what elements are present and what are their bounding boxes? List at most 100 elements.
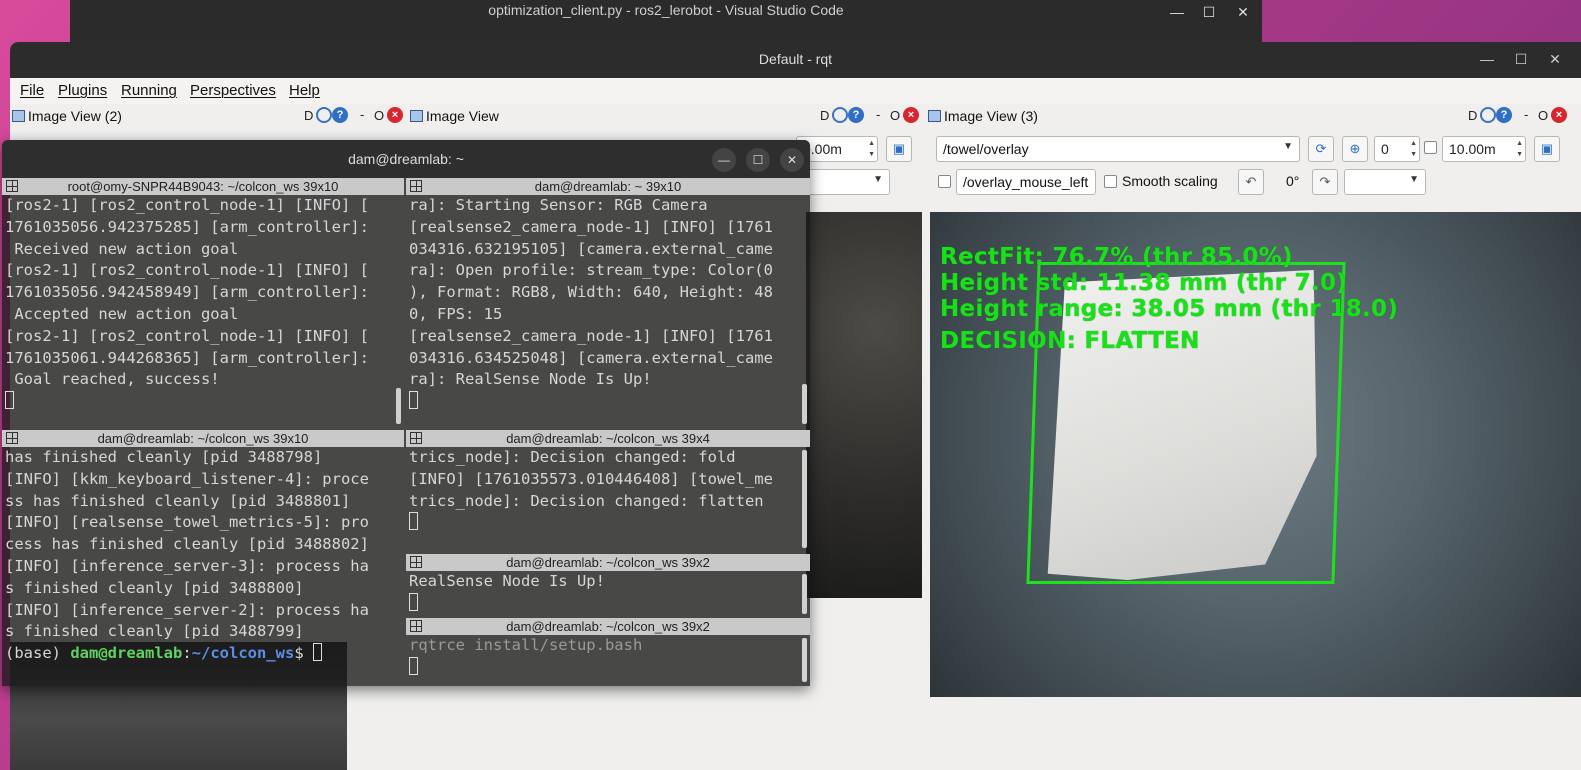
color-scheme-combo[interactable]: ▼ (1344, 169, 1426, 195)
reload-icon[interactable] (832, 107, 848, 123)
pane-header: dam@dreamlab: ~/colcon_ws 39x4 (406, 430, 810, 447)
grid-icon (6, 180, 18, 192)
scrollbar[interactable] (802, 384, 807, 424)
dock-d-button[interactable]: D (1468, 108, 1477, 123)
grid-icon (410, 432, 422, 444)
terminal-line: 1761035056.942458949] [arm_controller]: (5, 283, 369, 302)
mouse-topic-input[interactable]: /overlay_mouse_left (956, 169, 1096, 195)
close-icon[interactable]: ✕ (780, 148, 804, 172)
terminal-line: 034316.632195105] [camera.external_came (409, 239, 773, 258)
terminal-pane-1[interactable]: root@omy-SNPR44B9043: ~/colcon_ws 39x10 … (2, 178, 404, 430)
help-icon[interactable]: ? (332, 107, 348, 123)
image-view-icon (928, 110, 941, 122)
minimize-icon[interactable]: — (1160, 0, 1194, 26)
close-icon[interactable]: ✕ (1226, 0, 1260, 26)
cursor (312, 643, 322, 662)
help-icon[interactable]: ? (1496, 107, 1512, 123)
mouse-publish-checkbox[interactable] (938, 175, 951, 188)
terminal-pane-3[interactable]: dam@dreamlab: ~/colcon_ws 39x10 has fini… (2, 430, 404, 686)
terminal-line: 0, FPS: 15 (409, 304, 503, 323)
mid-mouse-topic-combo[interactable]: ▼ (796, 169, 890, 195)
terminal-title: dam@dreamlab: ~ (348, 151, 464, 167)
terminal-line (409, 592, 796, 615)
terminal-pane-5[interactable]: dam@dreamlab: ~/colcon_ws 39x2 RealSense… (406, 554, 810, 618)
smooth-scaling-label: Smooth scaling (1122, 173, 1218, 189)
scrollbar[interactable] (802, 638, 807, 682)
prompt-segment: ~/colcon_ws (191, 644, 295, 663)
menu-bar: File Plugins Running Perspectives Help (10, 78, 1581, 104)
terminal-line: 1761035056.942375285] [arm_controller]: (5, 217, 369, 236)
maximize-icon[interactable]: ☐ (1504, 47, 1538, 73)
terminal-line: [realsense2_camera_node-1] [INFO] [1761 (409, 217, 773, 236)
terminal-line: [INFO] [1761035573.010446408] [towel_me (409, 469, 773, 488)
spin-arrows-icon[interactable]: ▲ ▼ (868, 138, 875, 160)
terminal-line: Goal reached, success! (5, 370, 220, 389)
pane-header: root@omy-SNPR44B9043: ~/colcon_ws 39x10 (2, 178, 404, 195)
rotate-right-icon[interactable]: ↷ (1312, 169, 1338, 195)
minimize-icon[interactable]: — (712, 148, 736, 172)
menu-perspectives[interactable]: Perspectives (190, 82, 276, 99)
spinbox-value: 0 (1381, 141, 1389, 157)
refresh-topics-icon[interactable]: ⟳ (1308, 136, 1334, 162)
dock-minimize-button[interactable]: - (876, 107, 880, 122)
dock-float-button[interactable]: O (374, 108, 384, 123)
cursor (409, 512, 418, 531)
topic-combo[interactable]: /towel/overlay ▼ (936, 136, 1300, 162)
terminal-line: [ros2-1] [ros2_control_node-1] [INFO] [ (5, 261, 369, 280)
shell-prompt[interactable]: (base) dam@dreamlab:~/colcon_ws$ (5, 643, 390, 665)
terminal-pane-6[interactable]: dam@dreamlab: ~/colcon_ws 39x2 rqtrce in… (406, 618, 810, 686)
image-view-right-display[interactable]: RectFit: 76.7% (thr 85.0%) Height std: 1… (930, 212, 1581, 697)
reload-icon[interactable] (1480, 107, 1496, 123)
spin-arrows-icon[interactable]: ▲ ▼ (1410, 138, 1417, 160)
terminal-titlebar: dam@dreamlab: ~ — ☐ ✕ (2, 140, 810, 178)
chevron-down-icon: ▼ (873, 174, 883, 185)
save-image-icon[interactable]: ▣ (1534, 136, 1560, 162)
min-value-spinbox[interactable]: 0 ▲ ▼ (1374, 136, 1420, 162)
close-icon[interactable]: ✕ (1538, 47, 1572, 73)
dock-minimize-button[interactable]: - (360, 107, 364, 122)
dock-d-button[interactable]: D (304, 108, 313, 123)
reload-icon[interactable] (316, 107, 332, 123)
chevron-down-icon: ▼ (1409, 174, 1419, 185)
terminal-line: [INFO] [inference_server-2]: process ha (5, 600, 369, 619)
dock-minimize-button[interactable]: - (1524, 107, 1528, 122)
dock-close-icon[interactable]: × (387, 107, 403, 123)
dock-d-button[interactable]: D (820, 108, 829, 123)
maximize-icon[interactable]: ☐ (1192, 0, 1226, 26)
overlay-height-range: Height range: 38.05 mm (thr 18.0) (940, 296, 1399, 322)
scrollbar[interactable] (396, 388, 401, 424)
terminal-pane-2[interactable]: dam@dreamlab: ~ 39x10 ra]: Starting Sens… (406, 178, 810, 430)
zoom-icon[interactable]: ⊕ (1342, 136, 1368, 162)
terminal-pane-4[interactable]: dam@dreamlab: ~/colcon_ws 39x4 trics_nod… (406, 430, 810, 554)
spin-arrows-icon[interactable]: ▲ ▼ (1516, 138, 1523, 160)
save-icon[interactable]: ▣ (886, 136, 912, 162)
dock-controls: D ? - O × (1466, 106, 1567, 128)
terminal-line (409, 391, 796, 413)
menu-running[interactable]: Running (121, 82, 177, 99)
menu-help[interactable]: Help (289, 82, 320, 99)
dynamic-range-checkbox[interactable] (1424, 141, 1437, 154)
minimize-icon[interactable]: — (1470, 47, 1504, 73)
terminal-line: rqtrce install/setup.bash (409, 636, 643, 654)
dock-close-icon[interactable]: × (1551, 107, 1567, 123)
maximize-icon[interactable]: ☐ (746, 148, 770, 172)
scrollbar[interactable] (802, 450, 807, 548)
terminal-line: [INFO] [inference_server-3]: process ha (5, 556, 369, 575)
menu-file[interactable]: File (20, 82, 44, 99)
rotate-left-icon[interactable]: ↶ (1238, 169, 1264, 195)
pane-output: rqtrce install/setup.bash (406, 635, 796, 686)
terminal-line: ra]: Starting Sensor: RGB Camera (409, 196, 708, 214)
image-view-mid-display[interactable] (806, 212, 922, 598)
scrollbar[interactable] (802, 574, 807, 614)
help-icon[interactable]: ? (848, 107, 864, 123)
dock-float-button[interactable]: O (890, 108, 900, 123)
prompt-segment: dam@dreamlab (70, 644, 183, 663)
dock-float-button[interactable]: O (1538, 108, 1548, 123)
terminal-line: [INFO] [realsense_towel_metrics-5]: pro (5, 513, 369, 532)
pane-header: dam@dreamlab: ~/colcon_ws 39x2 (406, 618, 810, 635)
smooth-scaling-checkbox[interactable] (1104, 175, 1117, 188)
pane-header-label: dam@dreamlab: ~/colcon_ws 39x2 (506, 619, 710, 634)
max-range-spinbox[interactable]: 10.00m ▲ ▼ (1442, 136, 1526, 162)
menu-plugins[interactable]: Plugins (58, 82, 107, 99)
dock-close-icon[interactable]: × (903, 107, 919, 123)
